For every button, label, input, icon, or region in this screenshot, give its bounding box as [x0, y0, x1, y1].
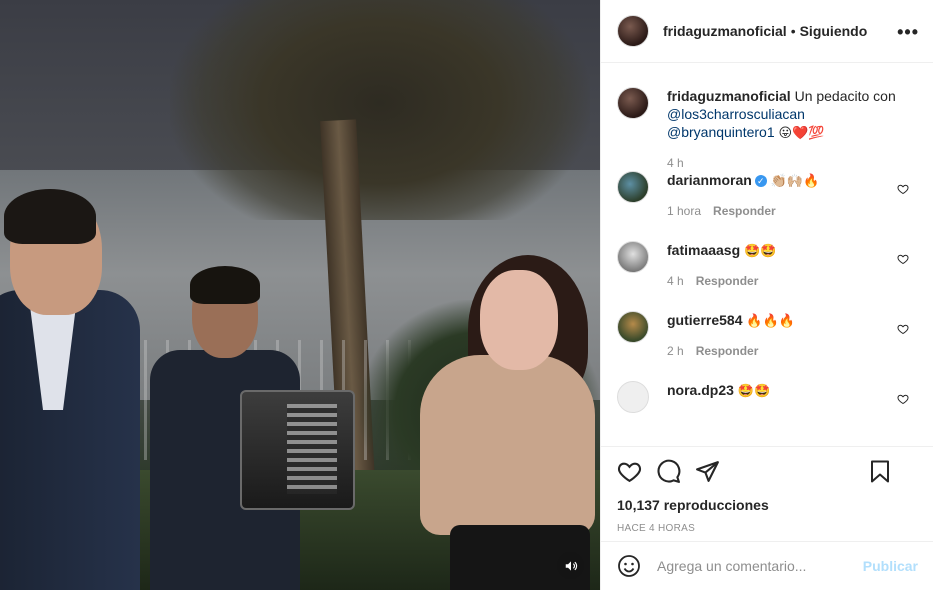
instagram-post-view: fridaguzmanoficial • Siguiendo ••• frida… [0, 0, 933, 590]
caption-text: Un pedacito con [794, 88, 896, 104]
emoji-icon[interactable] [617, 554, 641, 578]
caption: fridaguzmanoficial Un pedacito con @los3… [617, 87, 917, 171]
video-person-singer-left [0, 189, 140, 590]
caption-mention[interactable]: @bryanquintero1 [667, 124, 775, 140]
avatar[interactable] [617, 171, 649, 203]
publish-button[interactable]: Publicar [863, 558, 918, 574]
avatar[interactable] [617, 381, 649, 413]
header-username[interactable]: fridaguzmanoficial [663, 23, 787, 39]
add-comment-bar: Agrega un comentario... Publicar [601, 541, 933, 590]
video-accordion [240, 390, 355, 510]
comment-username[interactable]: nora.dp23 [667, 382, 734, 398]
list-item: fatimaaasg 🤩🤩 4 h Responder [617, 241, 917, 311]
video-palm-leaves [170, 0, 590, 220]
like-comment-icon[interactable] [897, 393, 909, 405]
like-comment-icon[interactable] [897, 253, 909, 265]
action-icons [617, 447, 918, 495]
avatar[interactable] [617, 241, 649, 273]
heart-icon[interactable] [617, 459, 642, 484]
comment-input[interactable]: Agrega un comentario... [657, 558, 863, 574]
comment-icon[interactable] [656, 459, 681, 484]
like-comment-icon[interactable] [897, 323, 909, 335]
views-count[interactable]: 10,137 reproducciones [617, 497, 918, 513]
video-player[interactable] [0, 0, 600, 590]
verified-badge-icon: ✓ [754, 175, 767, 188]
more-options-icon[interactable]: ••• [897, 22, 919, 43]
comment-text: 👏🏼🙌🏼🔥 [770, 173, 820, 188]
caption-username[interactable]: fridaguzmanoficial [667, 88, 791, 104]
post-actions: 10,137 reproducciones HACE 4 HORAS [601, 446, 933, 534]
comment-username[interactable]: fatimaaasg [667, 242, 740, 258]
comment-time[interactable]: 4 h [667, 274, 684, 288]
caption-mention[interactable]: @los3charrosculiacan [667, 106, 805, 122]
comment-text: 🤩🤩 [737, 383, 771, 398]
video-person-singer-right [410, 255, 600, 590]
reply-button[interactable]: Responder [696, 344, 759, 358]
list-item: darianmoran ✓ 👏🏼🙌🏼🔥 1 hora Responder [617, 171, 917, 241]
avatar[interactable] [617, 311, 649, 343]
share-icon[interactable] [695, 459, 720, 484]
list-item: gutierre584 🔥🔥🔥 2 h Responder [617, 311, 917, 381]
comment-text: 🤩🤩 [744, 243, 777, 258]
reply-button[interactable]: Responder [713, 204, 776, 218]
avatar[interactable] [617, 15, 649, 47]
bookmark-icon[interactable] [868, 459, 892, 484]
following-button[interactable]: Siguiendo [800, 23, 868, 39]
post-timestamp[interactable]: HACE 4 HORAS [617, 523, 918, 534]
comment-text: 🔥🔥🔥 [746, 313, 795, 328]
comment-time[interactable]: 1 hora [667, 204, 701, 218]
comment-username[interactable]: darianmoran [667, 172, 752, 188]
comment-time[interactable]: 2 h [667, 344, 684, 358]
reply-button[interactable]: Responder [696, 274, 759, 288]
caption-emojis: 😛❤️💯 [778, 125, 825, 140]
post-side-panel: fridaguzmanoficial • Siguiendo ••• frida… [600, 0, 933, 590]
volume-icon[interactable] [557, 552, 584, 579]
post-header: fridaguzmanoficial • Siguiendo ••• [601, 0, 933, 63]
caption-time[interactable]: 4 h [667, 156, 684, 170]
list-item: nora.dp23 🤩🤩 [617, 381, 917, 421]
like-comment-icon[interactable] [897, 183, 909, 195]
comment-username[interactable]: gutierre584 [667, 312, 742, 328]
avatar[interactable] [617, 87, 649, 119]
header-separator: • [790, 23, 796, 39]
comments-list: fridaguzmanoficial Un pedacito con @los3… [601, 63, 933, 421]
